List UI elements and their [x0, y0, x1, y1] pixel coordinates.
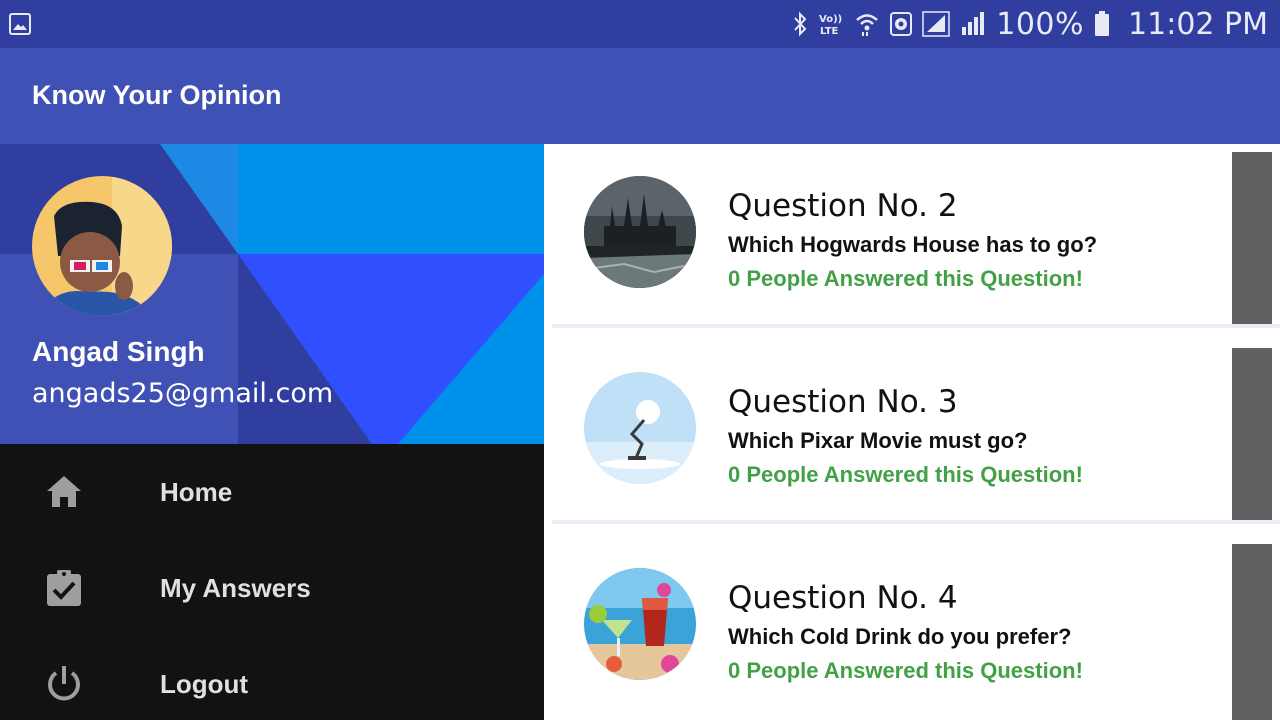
user-email: angads25@gmail.com	[32, 378, 334, 409]
drawer-item-label: My Answers	[160, 573, 311, 603]
app-bar: Know Your Opinion	[0, 48, 1280, 144]
cold-drinks-image	[584, 568, 696, 680]
answer-count: 0 People Answered this Question!	[728, 266, 1083, 291]
question-list[interactable]: Question No. 2 Which Hogwards House has …	[544, 144, 1280, 720]
question-text: Which Cold Drink do you prefer?	[728, 624, 1072, 649]
home-icon	[47, 476, 81, 507]
pixar-lamp-image	[584, 372, 696, 484]
gallery-notification-icon	[9, 13, 31, 35]
question-title: Question No. 3	[728, 384, 958, 420]
card-side-bar	[1232, 152, 1272, 328]
drawer-item-label: Home	[160, 477, 233, 507]
question-text: Which Hogwards House has to go?	[728, 232, 1098, 257]
card-side-bar	[1232, 348, 1272, 524]
drawer-item-logout[interactable]: Logout	[0, 636, 544, 720]
data-saver-icon	[890, 12, 913, 36]
card-side-bar	[1232, 544, 1272, 720]
power-icon	[48, 666, 80, 701]
status-bar: Vo)) LTE 100% 11:02 PM	[0, 0, 1280, 48]
status-icons: Vo)) LTE 100% 11:02 PM	[792, 0, 1268, 48]
bluetooth-icon	[794, 11, 807, 37]
drawer-item-home[interactable]: Home	[0, 444, 544, 540]
divider	[552, 520, 1280, 524]
volte-icon: Vo)) LTE	[819, 14, 842, 37]
question-card[interactable]: Question No. 2 Which Hogwards House has …	[552, 144, 1280, 328]
assignment-check-icon	[47, 570, 81, 606]
question-card[interactable]: Question No. 4 Which Cold Drink do you p…	[552, 536, 1280, 720]
battery-icon	[1095, 11, 1110, 36]
drawer-item-label: Logout	[160, 669, 249, 699]
clock: 11:02 PM	[1128, 6, 1268, 42]
question-title: Question No. 4	[728, 580, 958, 616]
avatar[interactable]	[32, 176, 172, 316]
signal-sim2-icon	[962, 12, 985, 35]
user-name: Angad Singh	[32, 336, 205, 367]
svg-text:LTE: LTE	[820, 26, 839, 37]
hogwarts-castle-image	[584, 176, 696, 288]
drawer-header: Angad Singh angads25@gmail.com	[0, 144, 544, 444]
question-text: Which Pixar Movie must go?	[728, 428, 1028, 453]
battery-percentage: 100%	[996, 6, 1085, 42]
svg-text:Vo)): Vo))	[819, 14, 842, 25]
question-title: Question No. 2	[728, 188, 958, 224]
signal-sim1-icon	[922, 11, 950, 37]
drawer-item-my-answers[interactable]: My Answers	[0, 540, 544, 636]
wifi-icon	[856, 14, 879, 36]
question-card[interactable]: Question No. 3 Which Pixar Movie must go…	[552, 340, 1280, 524]
answer-count: 0 People Answered this Question!	[728, 462, 1083, 487]
navigation-drawer[interactable]: Angad Singh angads25@gmail.com Home My A…	[0, 144, 544, 720]
divider	[552, 324, 1280, 328]
answer-count: 0 People Answered this Question!	[728, 658, 1083, 683]
app-title: Know Your Opinion	[32, 80, 282, 110]
